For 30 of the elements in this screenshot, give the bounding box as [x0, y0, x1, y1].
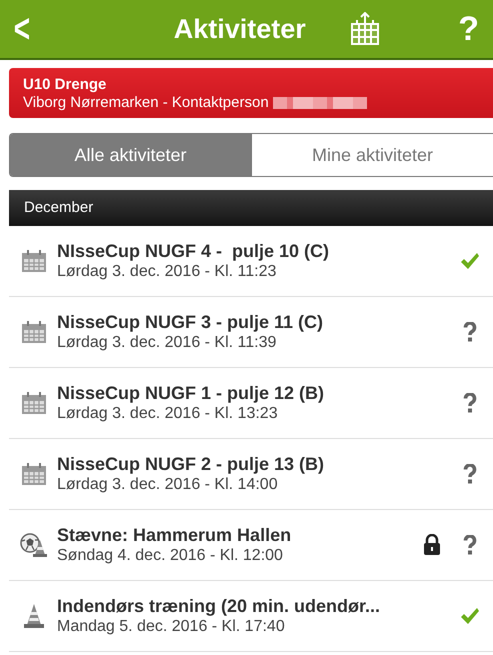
calendar-icon	[21, 391, 47, 415]
activity-date: Lørdag 3. dec. 2016 - Kl. 13:23	[57, 404, 279, 424]
activity-row[interactable]: Indendørs træning (20 min. udendør... Mandag 5. dec. 2016 - Kl. 17:40	[9, 581, 493, 652]
activity-row[interactable]: Stævne: Hammerum Hallen Søndag 4. dec. 2016 - Kl. 12:00	[9, 510, 493, 581]
activity-title: NisseCup NUGF 2 - pulje 13 (B)	[57, 453, 326, 475]
cone-icon	[22, 603, 46, 629]
calendar-icon	[21, 249, 47, 273]
activity-row[interactable]: NisseCup NUGF 1 - pulje 12 (B) Lørdag 3. dec. 2016 - Kl. 13:23	[9, 368, 493, 439]
activity-title: NisseCup NUGF 1 - pulje 12 (B)	[57, 382, 326, 404]
activity-title: Indendørs træning (20 min. udendør...	[57, 595, 382, 617]
activity-title: Stævne: Hammerum Hallen	[57, 524, 292, 546]
activity-date: Lørdag 3. dec. 2016 - Kl. 14:00	[57, 475, 279, 495]
activity-title: NisseCup NUGF 3 - pulje 11 (C)	[57, 311, 324, 333]
ball-and-cone-icon	[20, 532, 48, 558]
activity-date: Lørdag 3. dec. 2016 - Kl. 11:23	[57, 262, 278, 282]
team-name: U10 Drenge	[23, 76, 108, 93]
activity-title: NIsseCup NUGF 4 - pulje 10 (C)	[57, 240, 330, 262]
filter-tab[interactable]: Alle aktiviteter	[10, 134, 251, 176]
activity-date: Mandag 5. dec. 2016 - Kl. 17:40	[57, 617, 286, 637]
activity-date: Søndag 4. dec. 2016 - Kl. 12:00	[57, 546, 284, 566]
team-detail: Viborg Nørremarken - Kontaktperson	[23, 93, 269, 112]
calendar-icon	[21, 462, 47, 486]
activity-row[interactable]: NIsseCup NUGF 4 - pulje 10 (C) Lørdag 3. dec. 2016 - Kl. 11:23	[9, 226, 493, 297]
calendar-export-icon[interactable]	[350, 12, 380, 46]
activity-row[interactable]: NisseCup NUGF 3 - pulje 11 (C) Lørdag 3. dec. 2016 - Kl. 11:39	[9, 297, 493, 368]
activity-date: Lørdag 3. dec. 2016 - Kl. 11:39	[57, 333, 278, 353]
calendar-icon	[21, 320, 47, 344]
screen-title: Aktiviteter	[174, 12, 306, 46]
month-header: December	[9, 190, 493, 226]
activity-row[interactable]: NisseCup NUGF 2 - pulje 13 (B) Lørdag 3. dec. 2016 - Kl. 14:00	[9, 439, 493, 510]
